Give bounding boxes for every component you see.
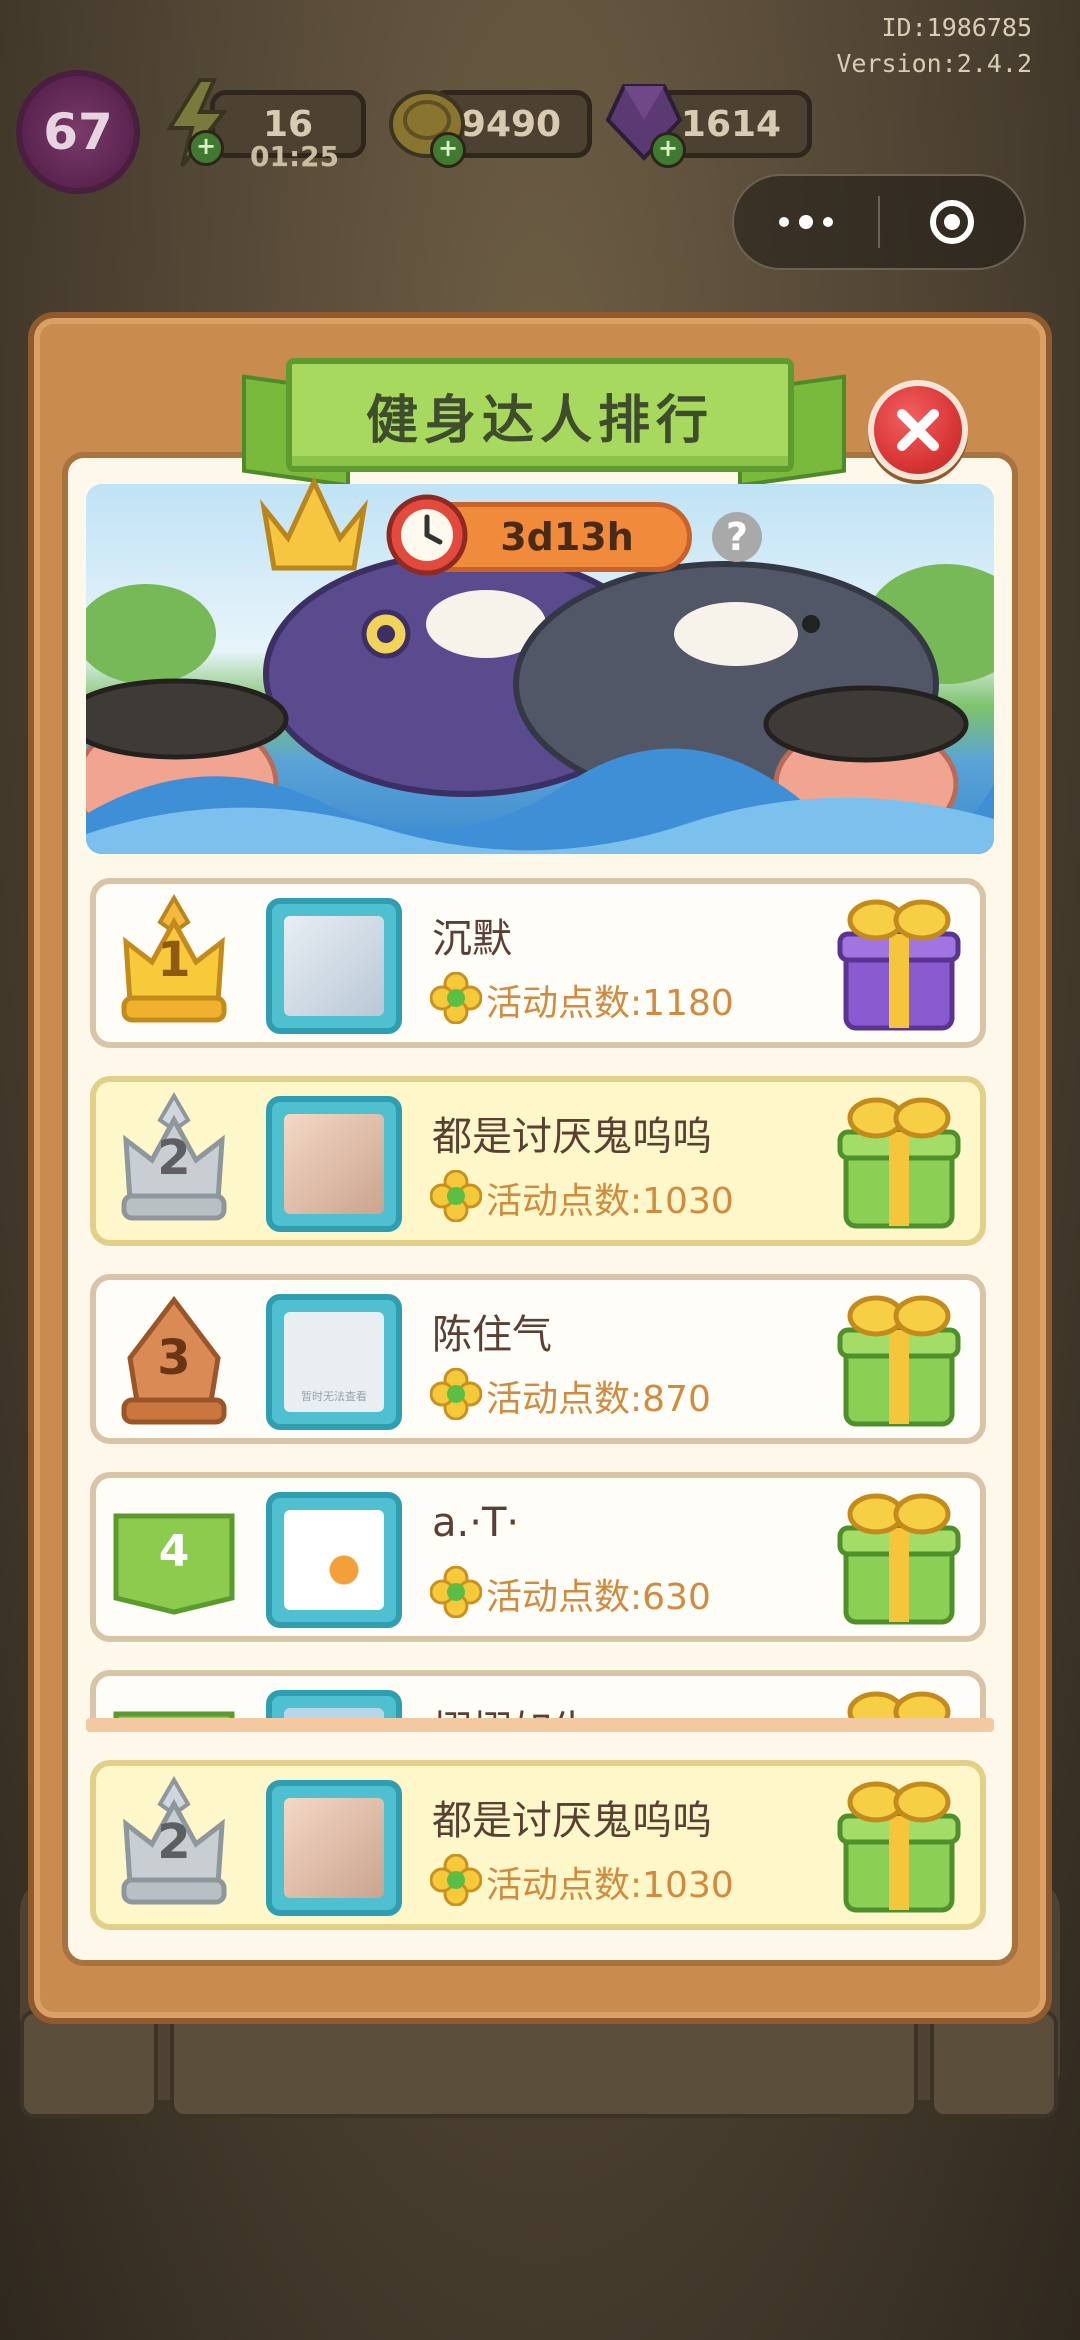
- avatar[interactable]: [266, 898, 402, 1034]
- gift-icon[interactable]: [836, 1088, 962, 1234]
- background-slot: [170, 2010, 918, 2118]
- gift-icon[interactable]: [836, 1484, 962, 1630]
- background-slot: [930, 2010, 1058, 2118]
- rank-number: 4: [158, 1526, 190, 1577]
- rank-number: 2: [157, 1130, 191, 1186]
- gem-plus-icon[interactable]: +: [650, 132, 686, 168]
- background-slot: [20, 2010, 158, 2118]
- list-divider: [86, 1718, 994, 1732]
- avatar[interactable]: [266, 1492, 402, 1628]
- rank-number: 3: [157, 1330, 191, 1386]
- gift-icon[interactable]: [836, 1286, 962, 1432]
- avatar[interactable]: [266, 1780, 402, 1916]
- ranking-row-2: 2 都是讨厌鬼呜呜 活动点数:1030: [90, 1076, 986, 1246]
- avatar-placeholder-text: 暂时无法查看: [301, 1390, 367, 1403]
- modal-title: 健身达人排行: [286, 358, 794, 472]
- ranking-row-1: 1 沉默 活动点数:1180: [90, 878, 986, 1048]
- close-button[interactable]: [868, 380, 968, 480]
- energy-value: 16: [262, 103, 314, 145]
- flower-icon: [430, 1854, 482, 1906]
- avatar[interactable]: 暂时无法查看: [266, 1294, 402, 1430]
- activity-points: 活动点数:1030: [486, 1181, 734, 1222]
- clock-icon: [386, 494, 468, 576]
- version-text: Version:2.4.2: [836, 49, 1032, 78]
- rank-number: 1: [157, 932, 191, 988]
- close-icon: [897, 409, 939, 451]
- account-info: ID:1986785 Version:2.4.2: [836, 10, 1032, 82]
- flower-icon: [430, 1368, 482, 1420]
- flower-icon: [430, 972, 482, 1024]
- user-id: ID:1986785: [881, 13, 1032, 42]
- more-menu-button[interactable]: [734, 215, 878, 229]
- my-ranking-row: 2 都是讨厌鬼呜呜 活动点数:1030: [90, 1760, 986, 1930]
- coin-value: 9490: [460, 103, 562, 145]
- help-icon[interactable]: ?: [712, 512, 762, 562]
- activity-points: 活动点数:1180: [486, 983, 734, 1024]
- ranking-list[interactable]: 1 沉默 活动点数:1180 2 都是讨厌鬼呜呜 活动点数:1030 3 暂时无…: [86, 874, 994, 1730]
- energy-plus-icon[interactable]: +: [188, 130, 224, 166]
- gift-icon[interactable]: [836, 1772, 962, 1918]
- rank-number: 2: [157, 1814, 191, 1870]
- player-name: 都是讨厌鬼呜呜: [432, 1798, 712, 1844]
- player-name: 沉默: [432, 916, 512, 962]
- miniprogram-capsule: [732, 174, 1026, 270]
- player-name: 陈住气: [432, 1312, 552, 1358]
- avatar[interactable]: [266, 1096, 402, 1232]
- level-badge[interactable]: 67: [16, 70, 140, 194]
- activity-points: 活动点数:1030: [486, 1865, 734, 1906]
- gift-icon[interactable]: [836, 890, 962, 1036]
- player-name: a.·T·: [432, 1500, 520, 1546]
- activity-points: 活动点数:630: [486, 1577, 711, 1618]
- energy-timer: 01:25: [250, 140, 340, 173]
- target-icon: [929, 200, 974, 244]
- ranking-row-4: 4 a.·T· 活动点数:630: [90, 1472, 986, 1642]
- coin-plus-icon[interactable]: +: [430, 132, 466, 168]
- crown-icon: [259, 476, 369, 571]
- flower-icon: [430, 1566, 482, 1618]
- exit-miniprogram-button[interactable]: [880, 200, 1024, 244]
- activity-points: 活动点数:870: [486, 1379, 711, 1420]
- gem-value: 1614: [680, 103, 782, 145]
- player-name: 都是讨厌鬼呜呜: [432, 1114, 712, 1160]
- flower-icon: [430, 1170, 482, 1222]
- ranking-row-3: 3 暂时无法查看 陈住气 活动点数:870: [90, 1274, 986, 1444]
